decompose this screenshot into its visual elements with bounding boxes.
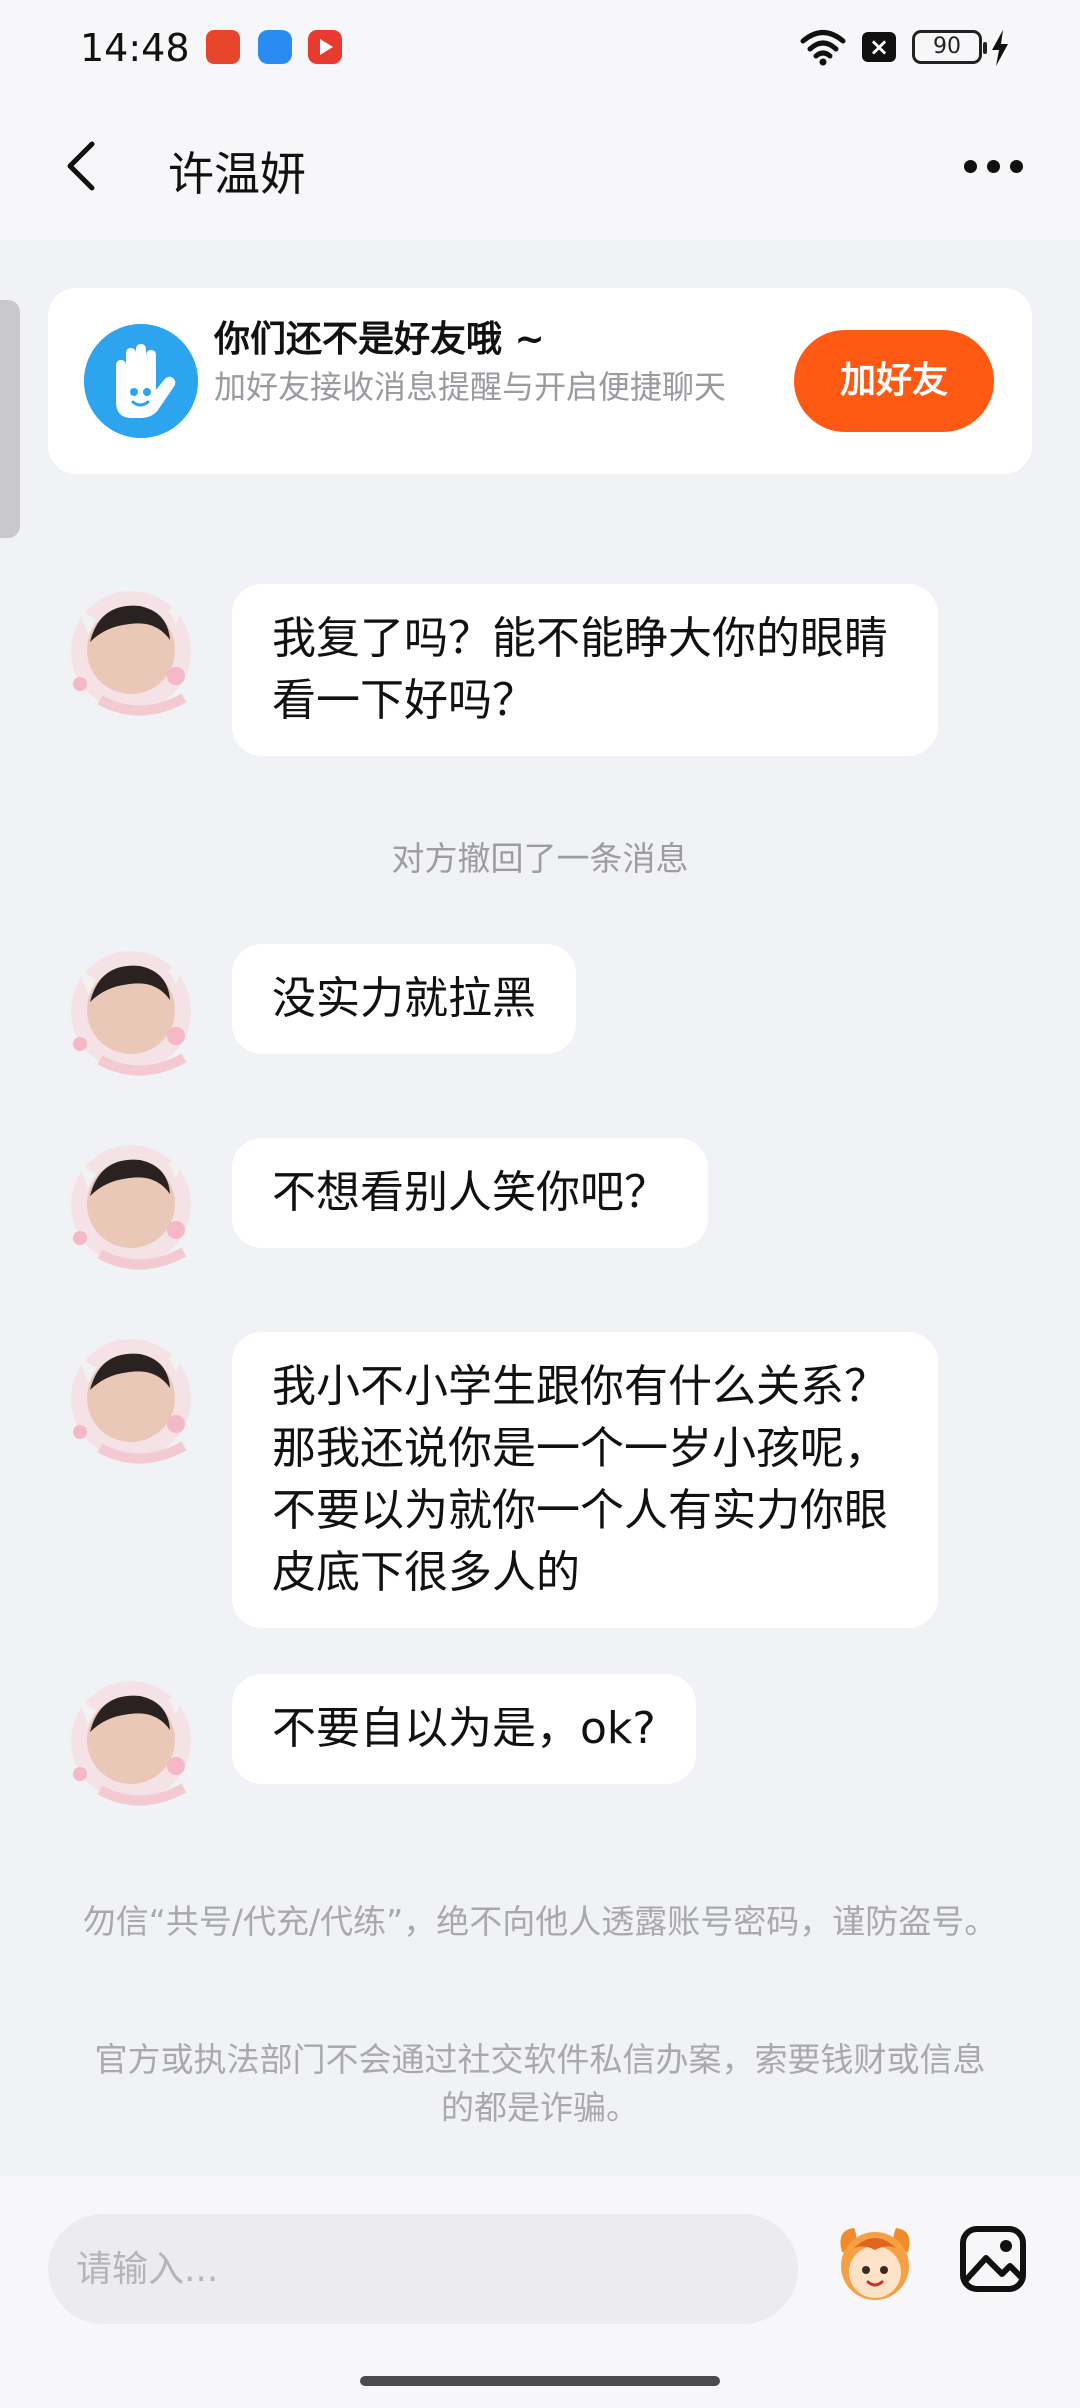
image-icon[interactable]: [958, 2224, 1028, 2294]
message-bubble[interactable]: 不想看别人笑你吧？: [232, 1138, 708, 1248]
avatar[interactable]: [60, 940, 202, 1082]
wifi-icon: [800, 30, 846, 66]
card-subtitle: 加好友接收消息提醒与开启便捷聊天: [214, 368, 727, 406]
avatar[interactable]: [60, 1134, 202, 1276]
message-bubble[interactable]: 没实力就拉黑: [232, 944, 576, 1054]
chat-screen: 14:48 × 90 许温妍 你们还不是好友哦 ~ 加好友接收消息提醒与开启便捷…: [0, 0, 1080, 2408]
avatar[interactable]: [60, 1328, 202, 1470]
status-time: 14:48: [80, 26, 190, 70]
message-input[interactable]: [48, 2214, 798, 2324]
recall-notice: 对方撤回了一条消息: [391, 839, 689, 878]
wave-hand-icon: [84, 324, 198, 438]
avatar[interactable]: [60, 1670, 202, 1812]
avatar[interactable]: [60, 580, 202, 722]
more-dots-icon[interactable]: [964, 156, 1024, 176]
status-bar: 14:48 × 90: [0, 0, 1080, 96]
charging-icon: [992, 30, 1008, 66]
app-notification-icon: [206, 30, 240, 64]
safety-warning: 官方或执法部门不会通过社交软件私信办案，索要钱财或信息的都是诈骗。: [94, 2040, 986, 2127]
add-friend-card: 你们还不是好友哦 ~ 加好友接收消息提醒与开启便捷聊天 加好友: [48, 288, 1032, 474]
video-app-notification-icon: [308, 30, 342, 64]
add-friend-button[interactable]: 加好友: [794, 330, 994, 432]
battery-indicator: 90: [912, 30, 987, 64]
no-sim-icon: ×: [862, 32, 896, 62]
card-title: 你们还不是好友哦 ~: [214, 319, 545, 360]
side-drawer-handle[interactable]: [0, 300, 20, 538]
input-bar: [0, 2176, 1080, 2408]
message-bubble[interactable]: 我复了吗？能不能睁大你的眼睛看一下好吗？: [232, 584, 938, 756]
app-notification-icon: [258, 30, 292, 64]
message-bubble[interactable]: 不要自以为是，ok?: [232, 1674, 696, 1784]
safety-warning: 勿信“共号/代充/代练”，绝不向他人透露账号密码，谨防盗号。: [82, 1902, 998, 1941]
chat-header: 许温妍: [0, 96, 1080, 240]
message-bubble[interactable]: 我小不小学生跟你有什么关系？那我还说你是一个一岁小孩呢，不要以为就你一个人有实力…: [232, 1332, 938, 1628]
home-indicator[interactable]: [360, 2376, 720, 2386]
chat-title: 许温妍: [168, 147, 306, 201]
chevron-left-icon[interactable]: [56, 136, 106, 196]
sticker-icon[interactable]: [832, 2218, 918, 2304]
